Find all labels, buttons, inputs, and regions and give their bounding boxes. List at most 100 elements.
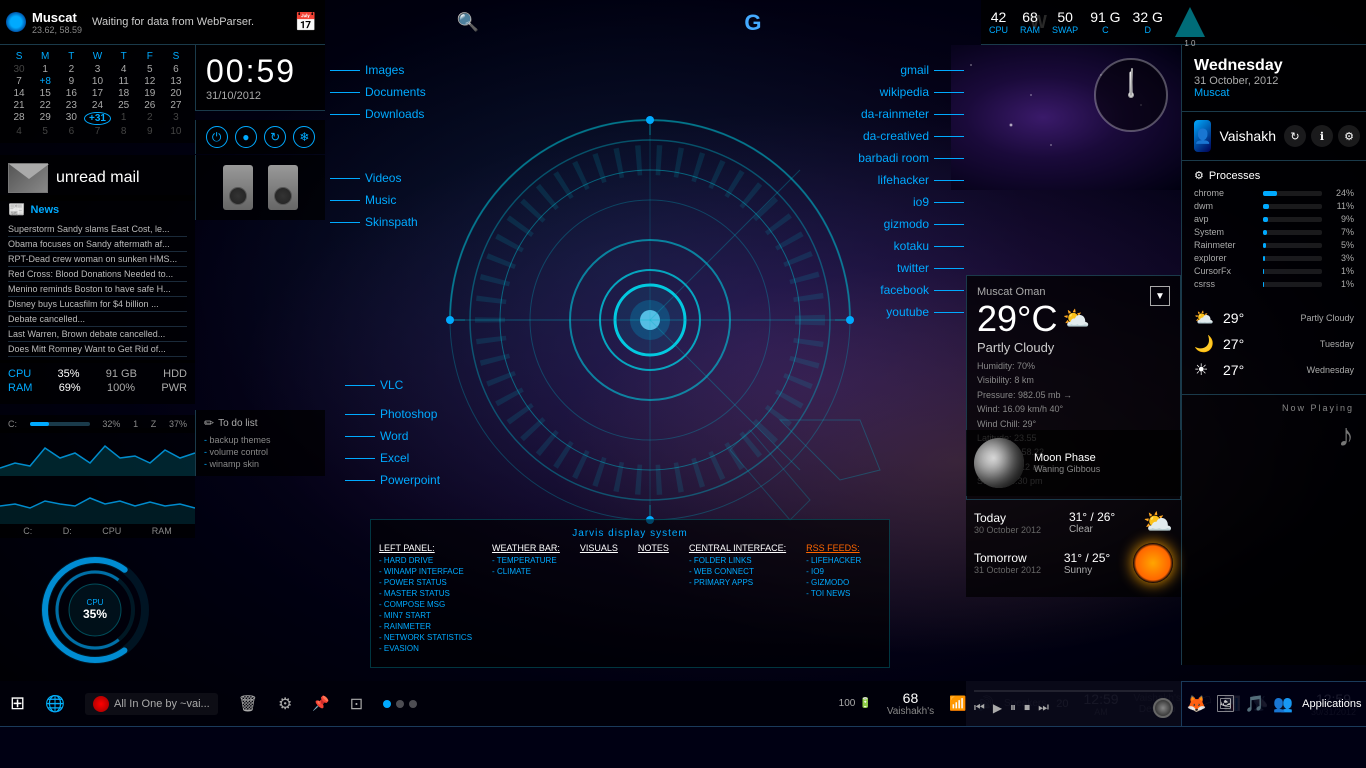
news-item-8[interactable]: Last Warren, Brown debate cancelled... <box>8 327 187 342</box>
ip-notes-panel: NOTES <box>638 543 669 655</box>
refresh-btn[interactable]: ↻ <box>264 126 286 148</box>
nav-dot-1[interactable] <box>383 700 391 708</box>
app-icon-fire[interactable]: 🦊 <box>1186 694 1206 714</box>
label-c: C: <box>23 526 32 536</box>
expand-icon[interactable]: ⊡ <box>350 694 363 714</box>
disk-labels: C: D: CPU RAM <box>0 524 195 538</box>
visibility: Visibility: 8 km <box>977 373 1170 387</box>
full-date: 31 October, 2012 <box>1194 75 1354 87</box>
user-action-icons[interactable]: ↻ ℹ ⚙ <box>1284 125 1360 147</box>
today-desc: Clear <box>1069 524 1115 535</box>
menu-skinspath[interactable]: Skinspath <box>330 215 426 229</box>
menu-powerpoint[interactable]: Powerpoint <box>345 473 440 487</box>
sleep-btn[interactable]: ● <box>235 126 257 148</box>
mp-prev-btn[interactable]: ⏮ <box>974 700 985 715</box>
menu-gizmodo[interactable]: gizmodo <box>858 217 964 231</box>
news-item-2[interactable]: Obama focuses on Sandy aftermath af... <box>8 237 187 252</box>
power-buttons[interactable]: ⏻ ● ↻ ❄ <box>195 120 325 154</box>
tomorrow-row: Tomorrow 31 October 2012 31° / 25° Sunny <box>974 543 1173 583</box>
proc-pct-explorer: 3% <box>1326 253 1354 263</box>
menu-youtube[interactable]: youtube <box>858 305 964 319</box>
mp-stop-btn[interactable]: ⏹ <box>1024 700 1030 715</box>
today-label-block: Today 30 October 2012 <box>974 511 1041 535</box>
menu-videos[interactable]: Videos <box>330 171 426 185</box>
chrome-icon[interactable]: 🌐 <box>45 694 65 714</box>
menu-gmail[interactable]: gmail <box>858 63 964 77</box>
speaker-icons <box>206 165 315 210</box>
ip-rss-lh: LIFEHACKER <box>806 556 861 565</box>
pin-icon[interactable]: 📌 <box>312 695 329 712</box>
ip-item-ps: POWER STATUS <box>379 578 472 587</box>
svg-text:CPU: CPU <box>87 598 104 607</box>
weather-main: 29°C ⛅ <box>977 298 1090 340</box>
fc-desc-2: Wednesday <box>1307 365 1354 375</box>
network-icon[interactable]: 📶 <box>949 695 966 712</box>
menu-word[interactable]: Word <box>345 429 440 443</box>
refresh-user-icon[interactable]: ↻ <box>1284 125 1306 147</box>
news-item-7[interactable]: Debate cancelled... <box>8 312 187 327</box>
menu-documents[interactable]: Documents <box>330 85 426 99</box>
mp-pause-btn[interactable]: ⏸ <box>1010 700 1016 715</box>
app-icon-photo[interactable]: 🖼 <box>1215 694 1235 714</box>
calendar-icon[interactable]: 📅 <box>295 12 317 33</box>
menu-io9[interactable]: io9 <box>858 195 964 209</box>
menu-facebook[interactable]: facebook <box>858 283 964 297</box>
menu-barbadiroom[interactable]: barbadi room <box>858 151 964 165</box>
news-item-5[interactable]: Menino reminds Boston to have safe H... <box>8 282 187 297</box>
mp-next-btn[interactable]: ⏭ <box>1038 700 1049 715</box>
settings-user-icon[interactable]: ⚙ <box>1338 125 1360 147</box>
power-btn[interactable]: ⏻ <box>206 126 228 148</box>
news-item-9[interactable]: Does Mitt Romney Want to Get Rid of... <box>8 342 187 357</box>
menu-wikipedia[interactable]: wikipedia <box>858 85 964 99</box>
search-btn[interactable]: 🔍 <box>450 5 485 40</box>
browser-bar[interactable]: All In One by ~vai... <box>85 693 218 715</box>
nav-dot-2[interactable] <box>396 700 404 708</box>
weather-close-btn[interactable]: ▼ <box>1150 286 1170 306</box>
menu-dacreativeved[interactable]: da-creatived <box>858 129 964 143</box>
trash-icon[interactable]: 🗑 <box>238 694 258 714</box>
menu-music[interactable]: Music <box>330 193 426 207</box>
news-item-1[interactable]: Superstorm Sandy slams East Cost, le... <box>8 222 187 237</box>
mp-play-btn[interactable]: ▶ <box>993 701 1002 715</box>
ip-left-panel: LEFT PANEL: HARD DRIVE WINAMP INTERFACE … <box>379 543 472 655</box>
todo-title: ✏ To do list <box>204 416 317 430</box>
ip-rss-title: RSS FEEDS: <box>806 543 861 553</box>
menu-images[interactable]: Images <box>330 63 426 77</box>
menu-photoshop[interactable]: Photoshop <box>345 407 440 421</box>
app-icon-people[interactable]: 👥 <box>1273 694 1293 714</box>
app-icon-music2[interactable]: 🎵 <box>1245 694 1265 714</box>
browser-icon <box>93 696 109 712</box>
news-item-6[interactable]: Disney buys Lucasfilm for $4 billion ... <box>8 297 187 312</box>
humidity: Humidity: 70% <box>977 359 1170 373</box>
today-sub: 30 October 2012 <box>974 525 1041 535</box>
info-user-icon[interactable]: ℹ <box>1311 125 1333 147</box>
mp-controls[interactable]: ⏮ ▶ ⏸ ⏹ ⏭ <box>974 698 1173 718</box>
news-title: 📰 News <box>8 201 187 218</box>
cpu-circle-widget: CPU 35% <box>5 540 185 680</box>
ip-left-title: LEFT PANEL: <box>379 543 472 553</box>
moon-info: Moon Phase Waning Gibbous <box>1034 452 1100 474</box>
menu-excel[interactable]: Excel <box>345 451 440 465</box>
menu-lifehacker[interactable]: lifehacker <box>858 173 964 187</box>
menu-kotaku[interactable]: kotaku <box>858 239 964 253</box>
menu-downloads[interactable]: Downloads <box>330 107 426 121</box>
nav-dot-3[interactable] <box>409 700 417 708</box>
now-playing-label: Now Playing <box>1194 403 1354 413</box>
start-icon[interactable]: ⊞ <box>10 693 25 714</box>
menu-darainmeter[interactable]: da-rainmeter <box>858 107 964 121</box>
menu-vlc[interactable]: VLC <box>345 378 440 392</box>
settings-icon[interactable]: ⚙ <box>278 694 292 714</box>
news-item-4[interactable]: Red Cross: Blood Donations Needed to... <box>8 267 187 282</box>
menu-twitter[interactable]: twitter <box>858 261 964 275</box>
ip-temp: TEMPERATURE <box>492 556 560 565</box>
news-item-3[interactable]: RPT-Dead crew woman on sunken HMS... <box>8 252 187 267</box>
ram-graph <box>0 476 195 524</box>
google-btn[interactable]: G <box>735 5 770 40</box>
moon-icon <box>974 438 1024 488</box>
ip-rss-io9: IO9 <box>806 567 861 576</box>
stat-d: 32 G D <box>1133 9 1163 35</box>
pwr-block: 100 🔋 <box>839 698 872 709</box>
stat-c: 91 G C <box>1090 9 1120 35</box>
label-ram: RAM <box>152 526 172 536</box>
lock-btn[interactable]: ❄ <box>293 126 315 148</box>
